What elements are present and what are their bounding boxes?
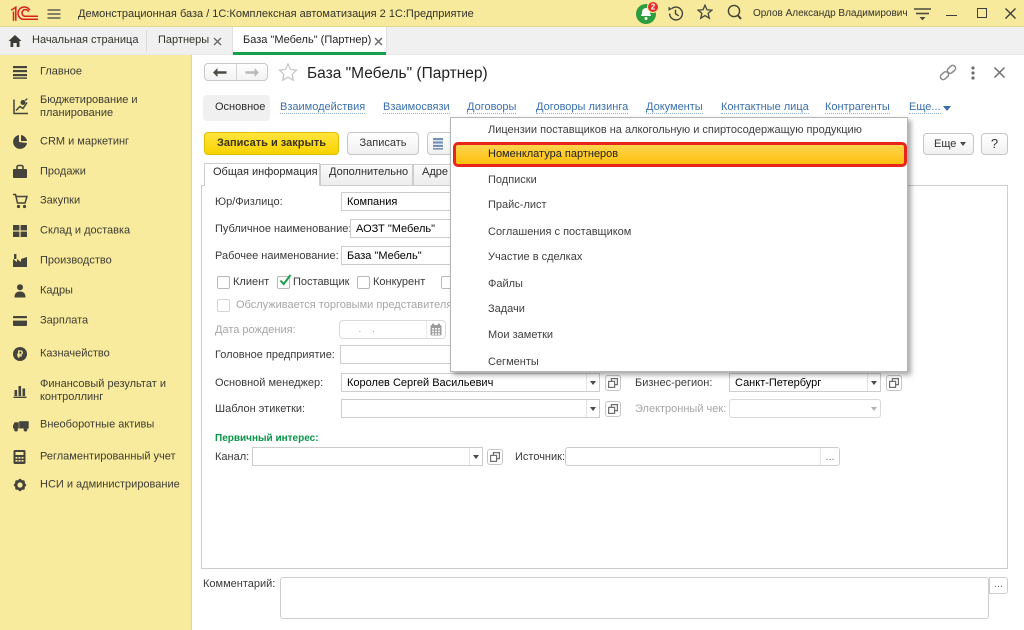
svg-text:₽: ₽ — [17, 349, 24, 360]
svg-text:2: 2 — [651, 3, 656, 12]
